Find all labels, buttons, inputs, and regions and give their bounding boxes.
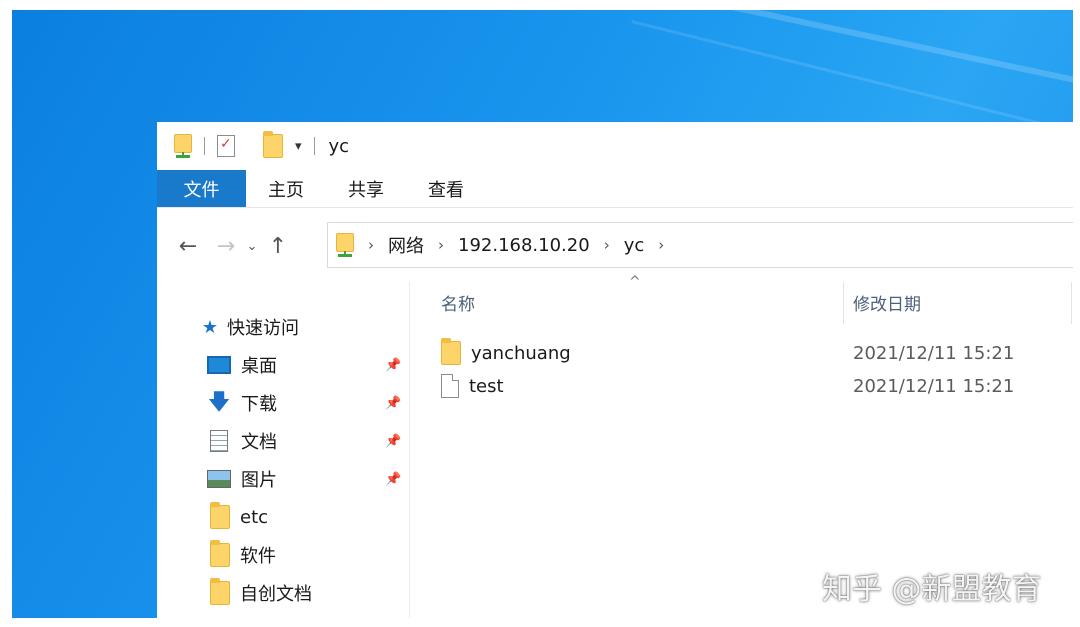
breadcrumb-network[interactable]: 网络 bbox=[388, 232, 424, 258]
sidebar-item-label: etc bbox=[240, 506, 269, 528]
breadcrumb-separator[interactable]: › bbox=[658, 236, 664, 254]
sidebar-item-downloads[interactable]: 🡇 下载 📌 bbox=[207, 388, 407, 418]
tab-file[interactable]: 文件 bbox=[157, 170, 246, 207]
sort-indicator: ^ bbox=[629, 274, 641, 290]
sidebar-item-label: 图片 bbox=[241, 470, 277, 491]
breadcrumb-yc[interactable]: yc bbox=[624, 235, 645, 256]
navigation-bar: ← → ⌄ ↑ › 网络 › 192.168.10.20 › yc › bbox=[157, 220, 1073, 272]
file-modified-date: 2021/12/11 15:21 bbox=[853, 342, 1015, 364]
pin-icon[interactable]: 📌 bbox=[385, 358, 401, 373]
pin-icon[interactable]: 📌 bbox=[385, 396, 401, 411]
column-header-modified[interactable]: 修改日期 bbox=[853, 290, 921, 315]
recent-locations-button[interactable]: ⌄ bbox=[241, 239, 263, 254]
column-divider[interactable] bbox=[1071, 282, 1072, 324]
toolbar-separator bbox=[204, 137, 205, 155]
tab-share[interactable]: 共享 bbox=[326, 170, 406, 207]
properties-icon[interactable] bbox=[217, 135, 235, 157]
sidebar-item-label: 文档 bbox=[241, 432, 277, 453]
toolbar-separator bbox=[313, 137, 315, 155]
picture-icon bbox=[207, 470, 231, 488]
tab-home[interactable]: 主页 bbox=[246, 170, 326, 207]
sidebar-item-pictures[interactable]: 图片 📌 bbox=[207, 464, 407, 494]
pin-icon[interactable]: 📌 bbox=[385, 434, 401, 449]
breadcrumb-separator[interactable]: › bbox=[438, 236, 444, 254]
folder-icon bbox=[441, 338, 461, 365]
sidebar-item-desktop[interactable]: 桌面 📌 bbox=[207, 350, 407, 380]
file-name: yanchuang bbox=[471, 342, 571, 364]
folder-icon bbox=[210, 502, 230, 529]
list-item-test[interactable]: test 2021/12/11 15:21 bbox=[441, 371, 1071, 401]
navigation-pane: ★ 快速访问 桌面 📌 🡇 下载 📌 文档 📌 图片 📌 etc 软件 自创文档 bbox=[157, 282, 410, 618]
list-item[interactable] bbox=[441, 458, 1071, 488]
sidebar-item-label: 桌面 bbox=[241, 356, 277, 377]
desktop-icon bbox=[207, 356, 231, 374]
file-name: test bbox=[469, 375, 504, 397]
pin-icon[interactable]: 📌 bbox=[385, 472, 401, 487]
back-button[interactable]: ← bbox=[173, 234, 203, 259]
sidebar-item-etc[interactable]: etc bbox=[207, 502, 407, 532]
sidebar-item-documents[interactable]: 文档 📌 bbox=[207, 426, 407, 456]
up-button[interactable]: ↑ bbox=[263, 234, 293, 259]
watermark-text: 知乎 @新盟教育 bbox=[822, 572, 1042, 607]
title-bar: ▾ yc bbox=[157, 122, 1073, 170]
quick-access-toolbar-dropdown[interactable]: ▾ bbox=[295, 139, 302, 154]
sidebar-item-label: 自创文档 bbox=[240, 584, 312, 605]
new-folder-icon[interactable] bbox=[263, 131, 283, 158]
breadcrumb-host[interactable]: 192.168.10.20 bbox=[458, 235, 590, 256]
breadcrumb-separator[interactable]: › bbox=[604, 236, 610, 254]
download-icon: 🡇 bbox=[207, 390, 231, 415]
forward-button[interactable]: → bbox=[211, 234, 241, 259]
file-icon bbox=[441, 374, 459, 398]
folder-icon bbox=[210, 578, 230, 605]
sidebar-item-label: 快速访问 bbox=[227, 318, 299, 339]
column-divider[interactable] bbox=[843, 282, 844, 324]
address-bar[interactable]: › 网络 › 192.168.10.20 › yc › bbox=[327, 222, 1073, 268]
star-icon: ★ bbox=[201, 316, 219, 338]
network-folder-icon[interactable] bbox=[174, 134, 192, 158]
column-header-name[interactable]: 名称 bbox=[441, 290, 475, 315]
network-folder-icon bbox=[336, 233, 354, 257]
file-explorer-window: ▾ yc 文件 主页 共享 查看 ← → ⌄ ↑ › 网络 › 192.168.… bbox=[157, 122, 1073, 618]
breadcrumb-separator[interactable]: › bbox=[368, 236, 374, 254]
document-icon bbox=[210, 430, 228, 452]
list-item-yanchuang[interactable]: yanchuang 2021/12/11 15:21 bbox=[441, 338, 1071, 368]
window-title: yc bbox=[328, 135, 350, 157]
sidebar-item-label: 软件 bbox=[240, 546, 276, 567]
ribbon-tabs: 文件 主页 共享 查看 bbox=[157, 170, 1073, 208]
sidebar-item-quick-access[interactable]: ★ 快速访问 bbox=[199, 312, 399, 342]
sidebar-item-software[interactable]: 软件 bbox=[207, 540, 407, 570]
file-modified-date: 2021/12/11 15:21 bbox=[853, 375, 1015, 397]
tab-view[interactable]: 查看 bbox=[406, 170, 486, 207]
sidebar-item-label: 下载 bbox=[241, 394, 277, 415]
sidebar-item-custom-docs[interactable]: 自创文档 bbox=[207, 578, 407, 608]
folder-icon bbox=[210, 540, 230, 567]
